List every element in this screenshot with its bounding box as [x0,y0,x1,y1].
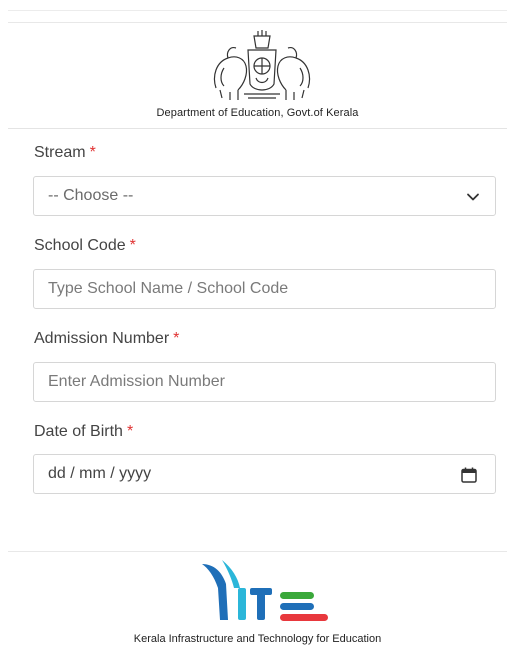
required-mark: * [126,423,134,440]
date-of-birth-placeholder: dd / mm / yyyy [48,465,152,482]
calendar-icon[interactable] [460,466,478,484]
school-code-label-text: School Code [34,237,126,254]
stream-selected-value: -- Choose -- [48,187,134,204]
admission-number-label: Admission Number * [34,330,179,348]
admission-number-label-text: Admission Number [34,330,170,347]
stream-label: Stream * [34,144,96,162]
login-page: Department of Education, Govt.of Kerala … [0,0,515,648]
top-divider [8,10,507,11]
stream-label-text: Stream [34,144,86,161]
school-code-label: School Code * [34,237,136,255]
school-code-input[interactable]: Type School Name / School Code [33,269,496,309]
header-divider [8,22,507,23]
form-divider [8,128,507,129]
organization-name: Kerala Infrastructure and Technology for… [133,633,382,645]
kite-logo-icon [202,560,328,621]
date-of-birth-input[interactable]: dd / mm / yyyy [33,454,496,494]
required-mark: * [173,330,180,347]
department-name: Department of Education, Govt.of Kerala [156,107,359,119]
required-mark: * [89,144,96,161]
school-code-placeholder: Type School Name / School Code [48,280,289,297]
admission-number-placeholder: Enter Admission Number [48,373,225,390]
required-mark: * [129,237,136,254]
chevron-down-icon [467,193,479,201]
stream-select[interactable]: -- Choose -- [33,176,496,216]
date-of-birth-label-text: Date of Birth [34,423,123,440]
footer-divider [8,551,507,552]
kerala-emblem-icon [213,30,311,100]
admission-number-input[interactable]: Enter Admission Number [33,362,496,402]
date-of-birth-label: Date of Birth * [34,423,133,441]
